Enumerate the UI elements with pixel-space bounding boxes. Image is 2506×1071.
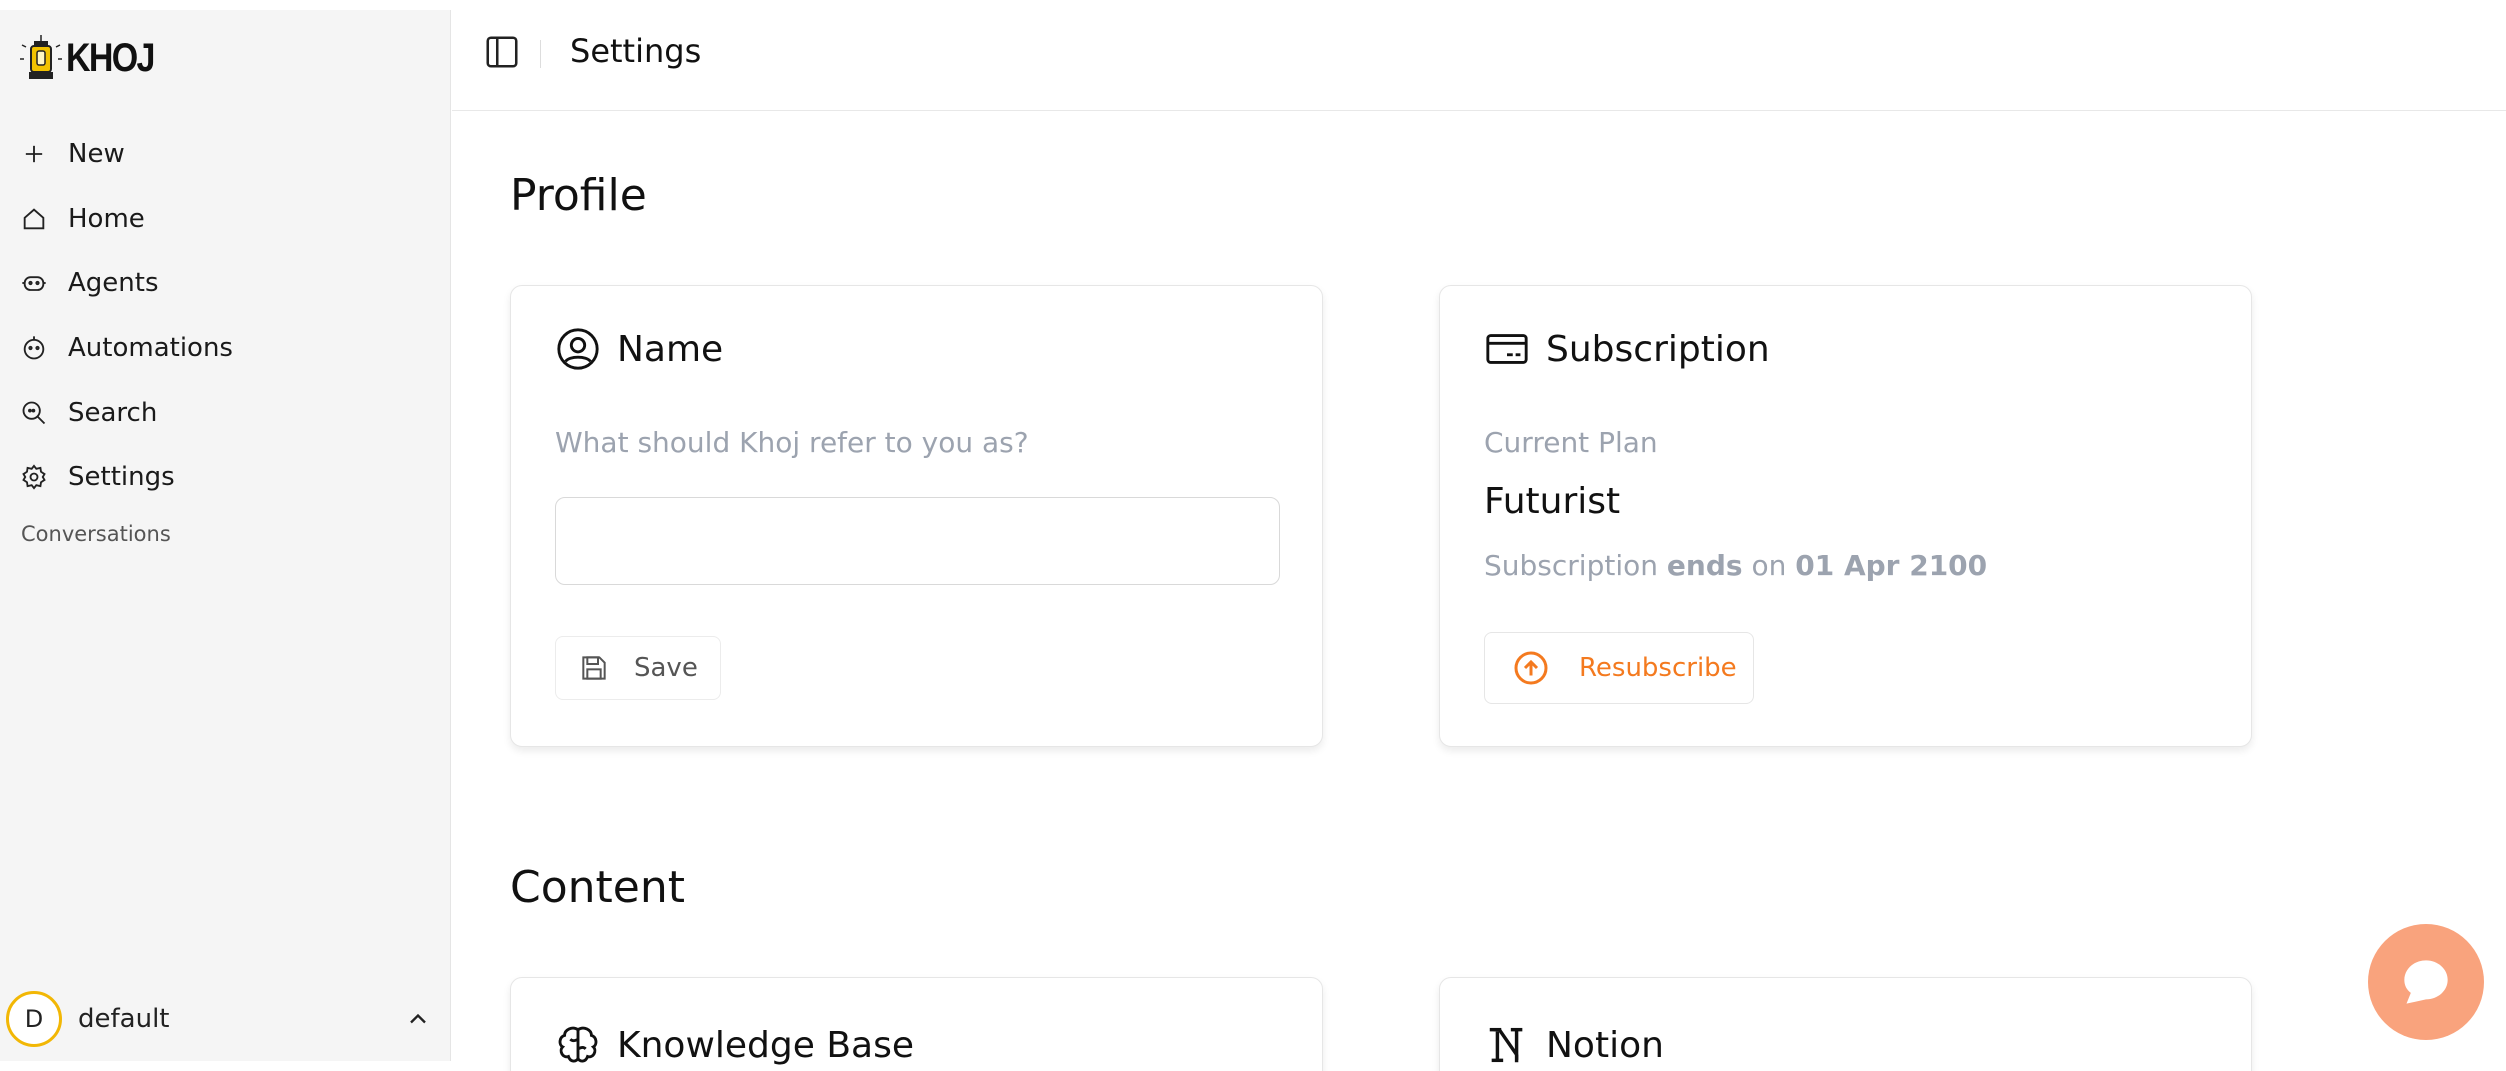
credit-card-icon — [1486, 334, 1528, 364]
khoj-logo[interactable]: KHOJ — [20, 30, 169, 86]
sidebar-item-new[interactable]: New — [20, 122, 440, 187]
status-on: on — [1751, 549, 1787, 582]
sidebar-item-label: Agents — [68, 268, 159, 299]
name-card: Name What should Khoj refer to you as? S… — [510, 285, 1323, 747]
search-icon — [22, 401, 46, 424]
resubscribe-label: Resubscribe — [1579, 653, 1737, 683]
robot-icon — [22, 276, 46, 292]
gear-icon — [22, 464, 46, 490]
save-button[interactable]: Save — [555, 636, 721, 700]
avatar: D — [6, 991, 62, 1047]
sidebar-item-automations[interactable]: Automations — [20, 316, 440, 381]
home-icon — [23, 208, 45, 230]
sidebar-item-label: New — [68, 139, 125, 170]
notion-title: Notion — [1546, 1024, 1664, 1066]
sidebar-item-label: Automations — [68, 333, 233, 364]
plan-name: Futurist — [1484, 481, 1621, 522]
status-prefix: Subscription — [1484, 549, 1658, 582]
status-date: 01 Apr 2100 — [1795, 549, 1988, 582]
lantern-icon — [20, 35, 62, 79]
plus-icon — [25, 146, 43, 163]
profile-section-title: Profile — [510, 170, 647, 221]
user-circle-icon — [557, 328, 599, 370]
sidebar-nav: New Home Agents Automations Search Setti… — [20, 122, 440, 510]
brain-icon — [558, 1026, 598, 1063]
name-input[interactable] — [555, 497, 1280, 585]
conversations-label: Conversations — [21, 522, 171, 546]
sidebar-item-label: Home — [68, 203, 145, 234]
chat-bubble-icon — [2404, 960, 2448, 1004]
sidebar: KHOJ New Home Agents Automations Search … — [0, 10, 451, 1061]
chevron-up-icon[interactable] — [404, 1005, 432, 1033]
sidebar-item-search[interactable]: Search — [20, 380, 440, 445]
page-title: Settings — [570, 32, 702, 70]
name-card-title: Name — [617, 328, 724, 370]
user-name: default — [78, 1004, 170, 1034]
arrow-up-circle-icon — [1514, 651, 1548, 685]
resubscribe-button[interactable]: Resubscribe — [1484, 632, 1754, 704]
knowledge-base-card: Knowledge Base — [510, 977, 1323, 1071]
content-section-title: Content — [510, 862, 685, 913]
header-divider — [540, 40, 541, 68]
sidebar-item-label: Settings — [68, 462, 175, 493]
subscription-card-title: Subscription — [1546, 328, 1770, 370]
sidebar-item-label: Search — [68, 397, 158, 428]
name-hint: What should Khoj refer to you as? — [555, 426, 1029, 459]
sidebar-toggle-button[interactable] — [480, 30, 524, 74]
chat-bubble-button[interactable] — [2368, 924, 2484, 1040]
logo-wordmark: KHOJ — [66, 35, 155, 80]
subscription-card: Subscription Current Plan Futurist Subsc… — [1439, 285, 2252, 747]
sidebar-item-home[interactable]: Home — [20, 187, 440, 252]
sidebar-panel-icon — [486, 36, 518, 68]
knowledge-base-title: Knowledge Base — [617, 1024, 914, 1066]
current-plan-label: Current Plan — [1484, 426, 1658, 459]
automation-icon — [23, 336, 45, 360]
user-menu[interactable]: D default — [6, 990, 446, 1048]
sidebar-item-settings[interactable]: Settings — [20, 445, 440, 510]
status-ends: ends — [1666, 549, 1743, 582]
floppy-disk-icon — [582, 656, 606, 680]
top-header: Settings — [452, 0, 2506, 111]
save-label: Save — [634, 653, 698, 683]
notion-icon — [1489, 1027, 1523, 1063]
notion-card: Notion — [1439, 977, 2252, 1071]
subscription-status: Subscription ends on 01 Apr 2100 — [1484, 549, 1987, 582]
sidebar-item-agents[interactable]: Agents — [20, 251, 440, 316]
